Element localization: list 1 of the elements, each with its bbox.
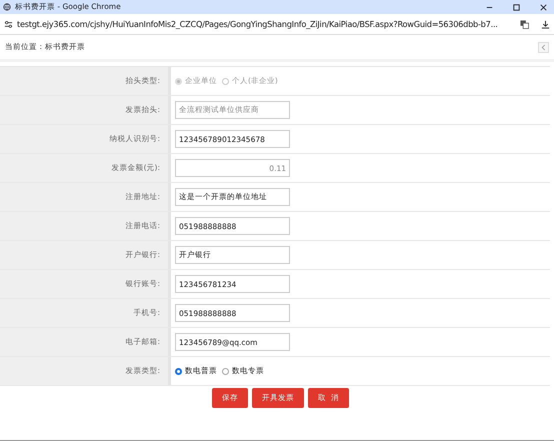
url-text[interactable]: testgt.ejy365.com/cjshy/HuiYuanInfoMis2_CZCQ/Pages/GongYingShangInfo_ZiJin/KaiPiao/BSF.aspx?RowGuid=56306dbb-b7...: [17, 19, 508, 29]
